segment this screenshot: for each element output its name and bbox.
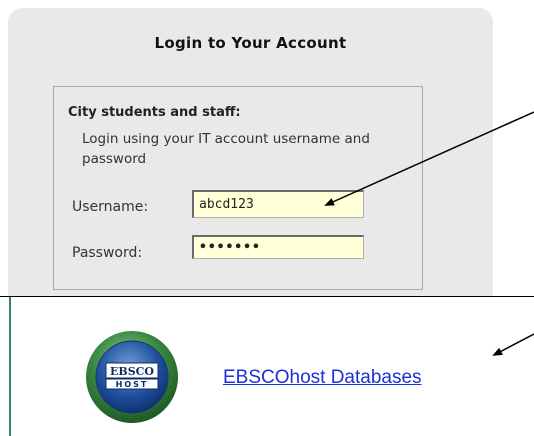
database-link-panel: EBSCO HOST EBSCOhost Databases bbox=[0, 296, 534, 436]
logo-text-bottom: HOST bbox=[116, 380, 149, 389]
login-fieldset: City students and staff: Login using you… bbox=[53, 86, 423, 290]
login-panel: Login to Your Account City students and … bbox=[8, 8, 493, 308]
ebsco-logo: EBSCO HOST bbox=[86, 331, 178, 423]
ebscohost-databases-link[interactable]: EBSCOhost Databases bbox=[223, 367, 422, 389]
password-input[interactable] bbox=[192, 235, 364, 259]
login-help-text: Login using your IT account username and… bbox=[82, 131, 370, 167]
password-label: Password: bbox=[72, 245, 143, 261]
login-title: Login to Your Account bbox=[154, 34, 347, 52]
username-label: Username: bbox=[72, 199, 149, 215]
group-heading: City students and staff: bbox=[68, 105, 241, 120]
username-input[interactable] bbox=[192, 190, 364, 218]
panel-left-border bbox=[9, 297, 11, 436]
logo-text-top: EBSCO bbox=[110, 365, 154, 378]
